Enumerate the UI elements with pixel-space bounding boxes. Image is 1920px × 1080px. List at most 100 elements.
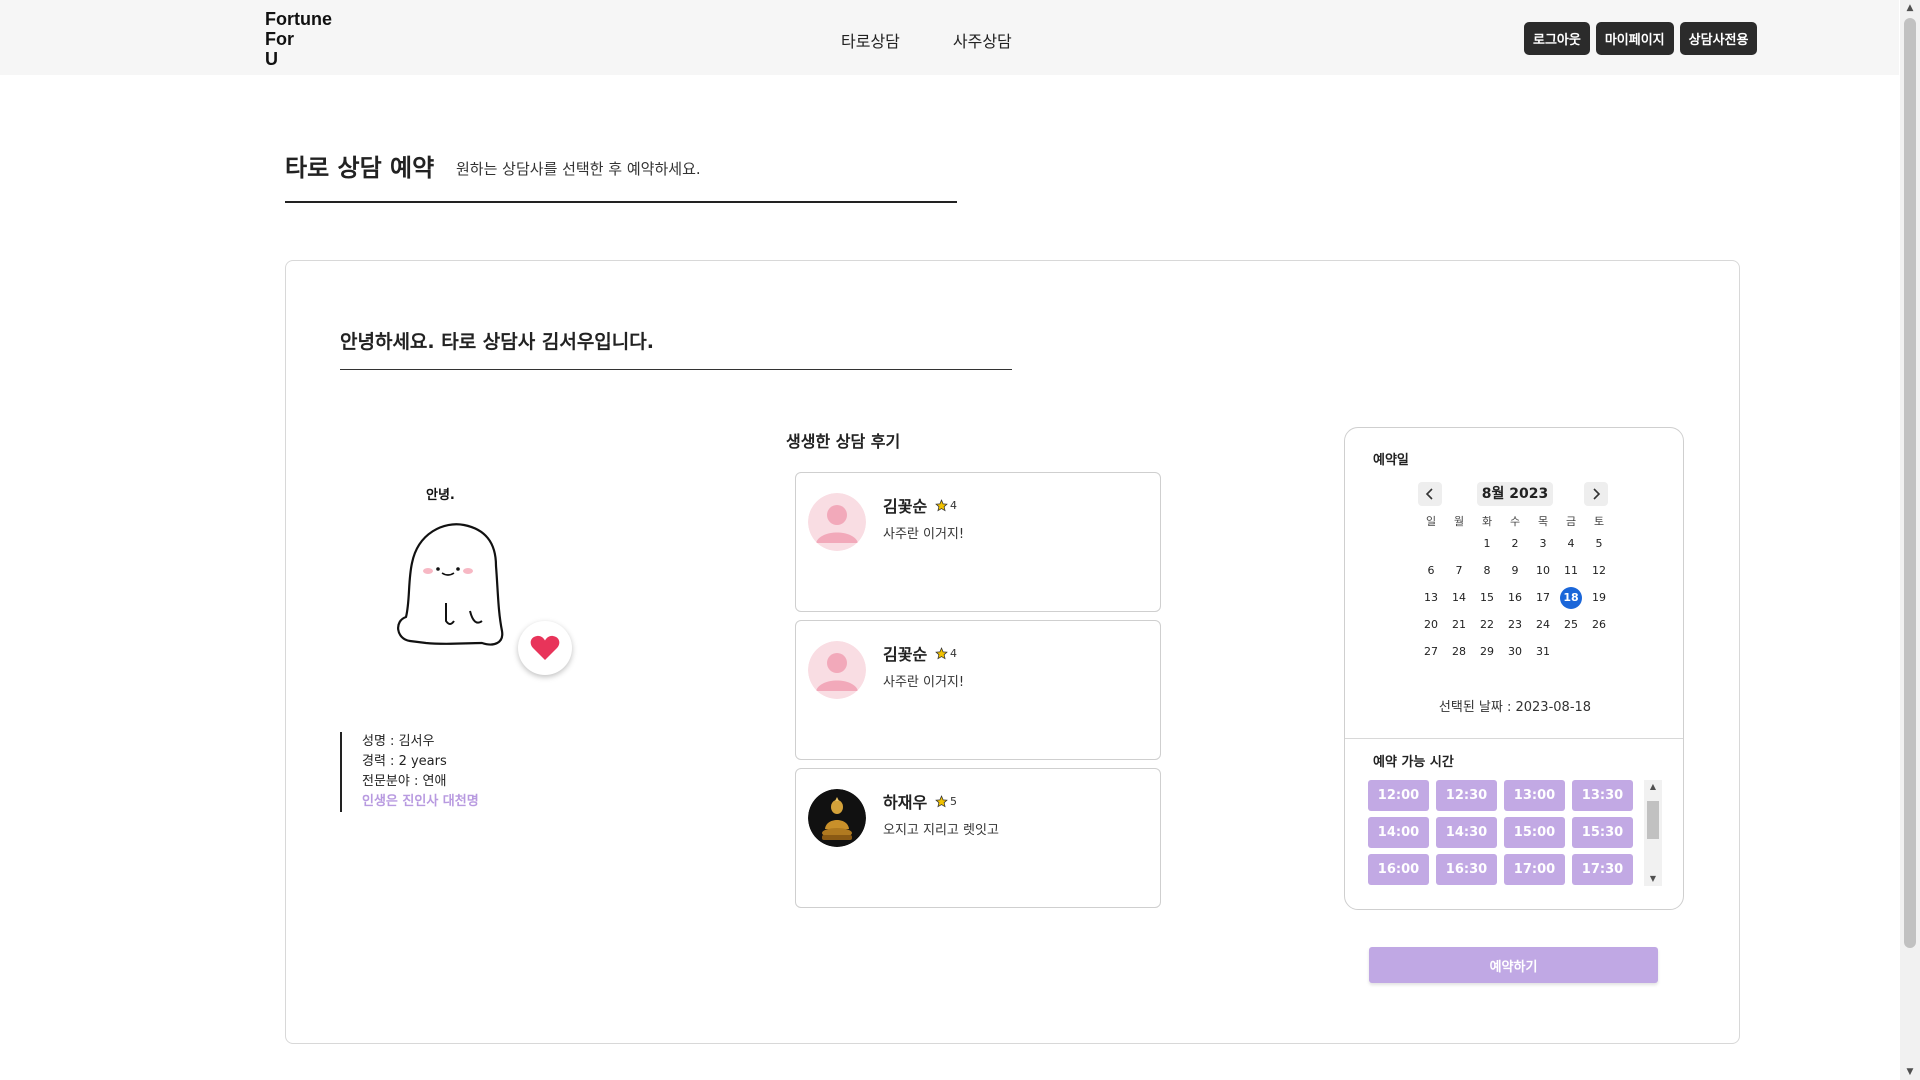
logout-button[interactable]: 로그아웃 [1524, 22, 1590, 55]
calendar-cell: 5 [1585, 537, 1613, 550]
scroll-up-arrow-icon[interactable]: ▲ [1900, 0, 1920, 16]
time-slot-button[interactable]: 13:30 [1572, 780, 1633, 811]
selected-date-text: 선택된 날짜 : 2023-08-18 [1438, 700, 1592, 715]
calendar-cell: 26 [1585, 618, 1613, 631]
calendar-cell: 3 [1529, 537, 1557, 550]
calendar-week-row: 13 14 15 16 17 18 19 [1417, 584, 1613, 611]
calendar-cell: 25 [1557, 618, 1585, 631]
calendar-day[interactable]: 3 [1540, 537, 1547, 550]
calendar-day[interactable]: 17 [1536, 591, 1550, 604]
calendar-day[interactable]: 10 [1536, 564, 1550, 577]
weekday-label: 목 [1537, 515, 1549, 528]
calendar-day[interactable]: 1 [1484, 537, 1491, 550]
illustration-caption: 안녕. [426, 487, 455, 503]
weekday-label: 월 [1453, 515, 1465, 528]
calendar-day[interactable]: 8 [1484, 564, 1491, 577]
site-logo[interactable]: Fortune For U [265, 9, 332, 69]
calendar-cell: 19 [1585, 591, 1613, 604]
calendar-day[interactable]: 26 [1592, 618, 1606, 631]
review-card: 김꽃순 4 사주란 이거지! [795, 472, 1161, 612]
time-slot-button[interactable]: 14:00 [1368, 817, 1429, 848]
heart-icon [530, 635, 560, 660]
nav-saju[interactable]: 사주상담 [953, 28, 1012, 52]
calendar-cell: 23 [1501, 618, 1529, 631]
time-slot-button[interactable]: 15:30 [1572, 817, 1633, 848]
chevron-left-icon [1425, 488, 1433, 500]
calendar-day[interactable]: 4 [1568, 537, 1575, 550]
consultant-motto: 인생은 진인사 대천명 [362, 794, 479, 809]
calendar-day[interactable]: 6 [1428, 564, 1435, 577]
calendar-day[interactable]: 23 [1508, 618, 1522, 631]
calendar-day[interactable]: 31 [1536, 645, 1550, 658]
time-slot-button[interactable]: 12:30 [1436, 780, 1497, 811]
available-time-label: 예약 가능 시간 [1373, 755, 1454, 770]
calendar-cell: 21 [1445, 618, 1473, 631]
calendar-day[interactable]: 27 [1424, 645, 1438, 658]
calendar-cell: 6 [1417, 564, 1445, 577]
calendar-day[interactable]: 2 [1512, 537, 1519, 550]
calendar-cell: 20 [1417, 618, 1445, 631]
scroll-down-arrow-icon[interactable]: ▼ [1644, 872, 1662, 886]
review-text: 오지고 지리고 렛잇고 [883, 823, 999, 838]
calendar-day[interactable]: 9 [1512, 564, 1519, 577]
calendar-cell: 30 [1501, 645, 1529, 658]
auth-buttons: 로그아웃 마이페이지 상담사전용 [1524, 22, 1758, 55]
calendar-day[interactable]: 19 [1592, 591, 1606, 604]
calendar-week-row: 27 28 29 30 31 [1417, 638, 1613, 665]
favorite-heart-button[interactable] [518, 621, 572, 675]
calendar-day[interactable]: 25 [1564, 618, 1578, 631]
reviewer-name: 하재우 [883, 793, 928, 812]
prev-month-button[interactable] [1418, 482, 1442, 506]
calendar-month-label[interactable]: 8월 2023 [1477, 482, 1553, 506]
calendar-cell: 1 [1473, 537, 1501, 550]
time-slot-button[interactable]: 17:30 [1572, 854, 1633, 885]
time-slot-button[interactable]: 14:30 [1436, 817, 1497, 848]
calendar-day[interactable]: 15 [1480, 591, 1494, 604]
chevron-right-icon [1593, 488, 1601, 500]
scrollbar-thumb[interactable] [1647, 801, 1659, 839]
calendar-day[interactable]: 12 [1592, 564, 1606, 577]
calendar-day[interactable]: 14 [1452, 591, 1466, 604]
calendar-cell: 12 [1585, 564, 1613, 577]
calendar-day[interactable]: 11 [1564, 564, 1578, 577]
calendar-day[interactable]: 16 [1508, 591, 1522, 604]
time-slot-button[interactable]: 15:00 [1504, 817, 1565, 848]
review-card: 김꽃순 4 사주란 이거지! [795, 620, 1161, 760]
booking-divider [1345, 738, 1683, 739]
time-slot-scrollbar[interactable]: ▲ ▼ [1644, 780, 1662, 886]
page-scrollbar[interactable]: ▲ ▼ [1900, 0, 1920, 1080]
weekday-label: 일 [1425, 515, 1437, 528]
time-slot-button[interactable]: 16:00 [1368, 854, 1429, 885]
review-rating: 5 [935, 795, 957, 808]
calendar-day[interactable]: 5 [1596, 537, 1603, 550]
mypage-button[interactable]: 마이페이지 [1595, 22, 1674, 55]
time-slot-button[interactable]: 12:00 [1368, 780, 1429, 811]
scroll-down-arrow-icon[interactable]: ▼ [1900, 1064, 1920, 1080]
counselor-only-button[interactable]: 상담사전용 [1679, 22, 1758, 55]
scrollbar-thumb[interactable] [1904, 18, 1916, 948]
calendar-day[interactable]: 20 [1424, 618, 1438, 631]
calendar-day[interactable]: 24 [1536, 618, 1550, 631]
next-month-button[interactable] [1584, 482, 1608, 506]
time-slot-button[interactable]: 17:00 [1504, 854, 1565, 885]
time-slot-button[interactable]: 16:30 [1436, 854, 1497, 885]
calendar-cell: 7 [1445, 564, 1473, 577]
main-nav: 타로상담 사주상담 [841, 28, 1012, 52]
calendar-day[interactable]: 29 [1480, 645, 1494, 658]
calendar-day[interactable]: 7 [1456, 564, 1463, 577]
default-avatar-icon [808, 641, 866, 699]
calendar-cell: 4 [1557, 537, 1585, 550]
calendar-day[interactable]: 30 [1508, 645, 1522, 658]
page-subtitle: 원하는 상담사를 선택한 후 예약하세요. [456, 160, 701, 178]
reserve-button[interactable]: 예약하기 [1369, 947, 1658, 983]
calendar-day[interactable]: 21 [1452, 618, 1466, 631]
scroll-up-arrow-icon[interactable]: ▲ [1644, 780, 1662, 794]
calendar-cell: 14 [1445, 591, 1473, 604]
calendar-day[interactable]: 22 [1480, 618, 1494, 631]
nav-tarot[interactable]: 타로상담 [841, 28, 900, 52]
calendar-day[interactable]: 28 [1452, 645, 1466, 658]
time-slot-button[interactable]: 13:00 [1504, 780, 1565, 811]
calendar-day[interactable]: 13 [1424, 591, 1438, 604]
calendar-grid: 일 월 화 수 목 금 토 1 2 3 4 5 6 7 8 9 10 11 12 13 14 15 16 17 1… [1417, 512, 1613, 665]
calendar-day-selected[interactable]: 18 [1560, 586, 1582, 609]
